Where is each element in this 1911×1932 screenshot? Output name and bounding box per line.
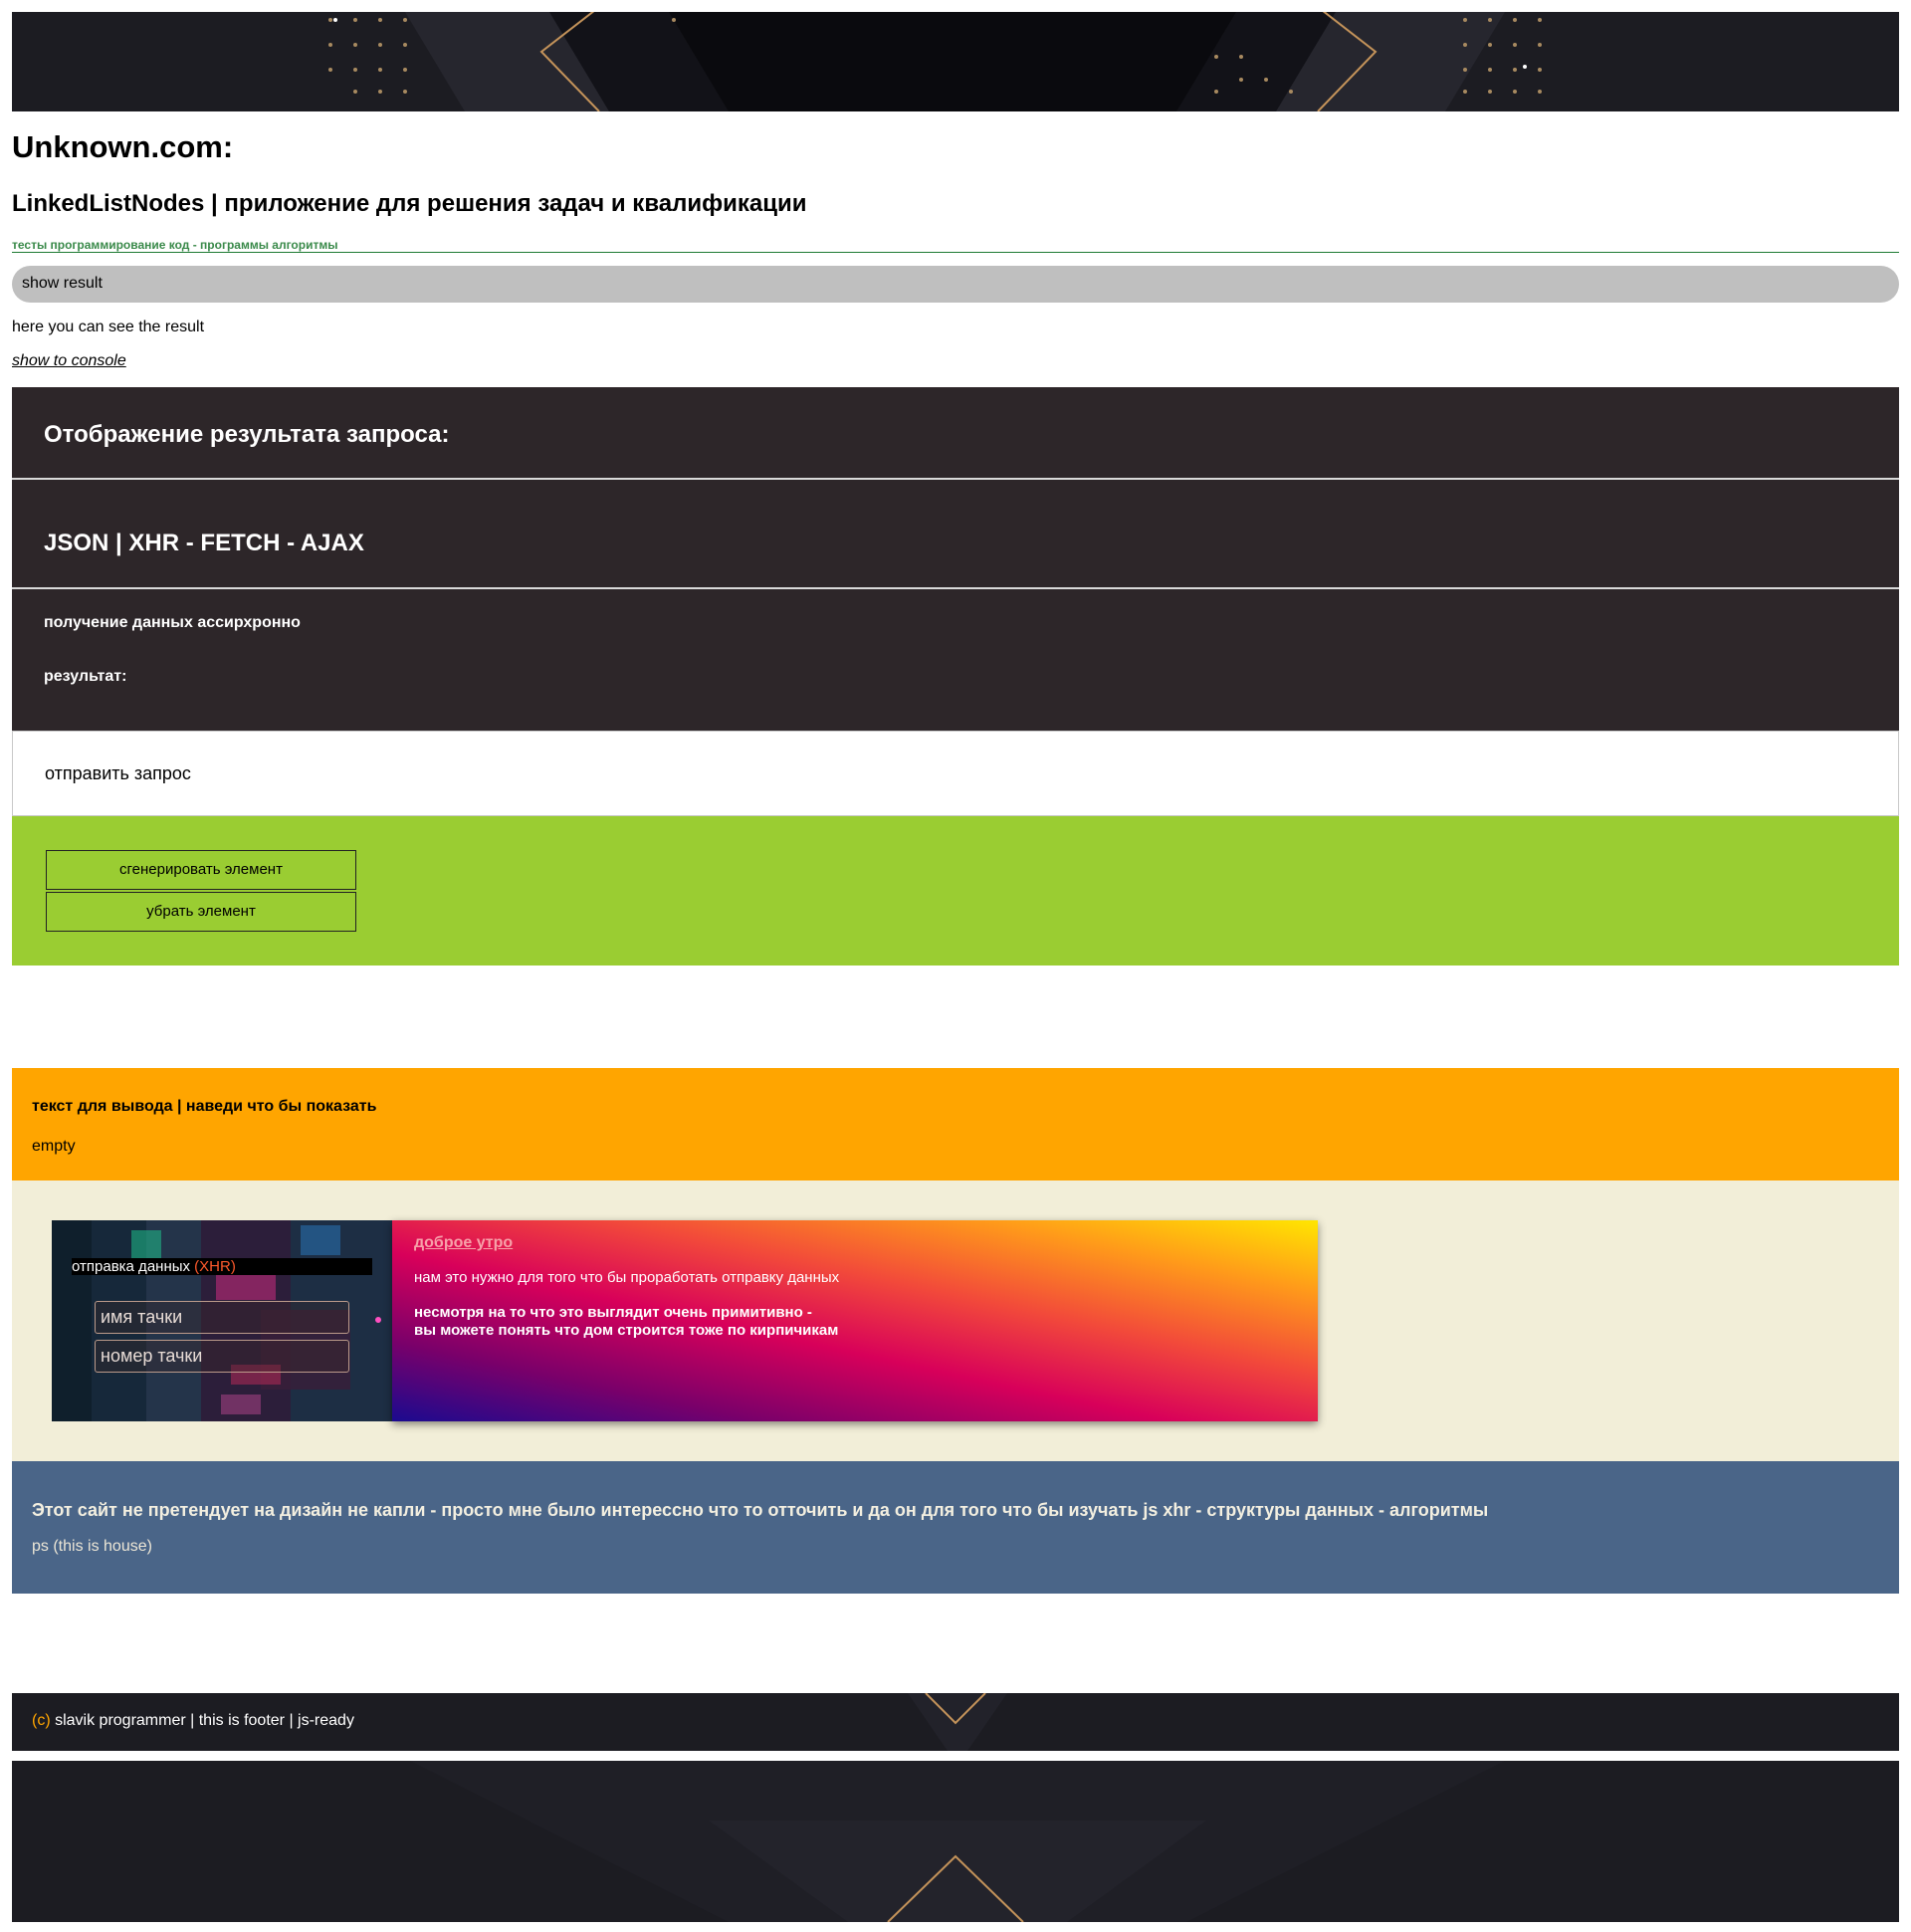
info-line: несмотря на то что это выглядит очень пр… [414, 1304, 812, 1321]
good-morning-link[interactable]: доброе утро [414, 1234, 513, 1252]
result-text: here you can see the result [12, 319, 205, 335]
generator-panel: сгенерировать элемент убрать элемент [12, 816, 1899, 966]
generate-element-button[interactable]: сгенерировать элемент [46, 850, 356, 890]
request-panel-subheader: JSON | XHR - FETCH - AJAX [12, 480, 1899, 587]
car-name-input[interactable]: имя тачки [95, 1301, 349, 1334]
send-data-label: отправка данных (XHR) [72, 1258, 372, 1275]
async-label: получение данных ассирхронно [44, 614, 301, 631]
footer: (c) slavik programmer | this is footer |… [12, 1693, 1899, 1751]
info-card: доброе утро нам это нужно для того что б… [392, 1220, 1318, 1421]
request-panel-header: Отображение результата запроса: [12, 387, 1899, 478]
hover-box-title: текст для вывода | наведи что бы показат… [32, 1098, 377, 1115]
hover-box[interactable]: текст для вывода | наведи что бы показат… [12, 1068, 1899, 1181]
send-data-form: отправка данных (XHR) имя тачки номер та… [52, 1220, 392, 1421]
info-paragraph-bold: несмотря на то что это выглядит очень пр… [414, 1304, 838, 1340]
request-panel-body: получение данных ассирхронно результат: [12, 589, 1899, 731]
about-title: Этот сайт не претендует на дизайн не кап… [32, 1500, 1489, 1520]
request-panel-title: Отображение результата запроса: [44, 421, 450, 448]
car-number-input[interactable]: номер тачки [95, 1340, 349, 1373]
show-result-button[interactable]: show result [12, 266, 1899, 303]
info-line: вы можете понять что дом строится тоже п… [414, 1322, 839, 1339]
bottom-banner [12, 1761, 1899, 1922]
result-label: результат: [44, 668, 127, 685]
info-paragraph: нам это нужно для того что бы проработат… [414, 1269, 840, 1286]
divider [12, 252, 1899, 253]
about-section: Этот сайт не претендует на дизайн не кап… [12, 1461, 1899, 1594]
cards-section: отправка данных (XHR) имя тачки номер та… [12, 1181, 1899, 1461]
remove-element-button[interactable]: убрать элемент [46, 892, 356, 932]
about-ps: ps (this is house) [32, 1538, 152, 1555]
site-title: Unknown.com: [12, 129, 234, 164]
header-banner [12, 12, 1899, 111]
app-title: LinkedListNodes | приложение для решения… [12, 190, 807, 217]
hover-box-value: empty [32, 1138, 76, 1155]
send-request-button[interactable]: отправить запрос [12, 731, 1899, 816]
show-to-console-link[interactable]: show to console [12, 352, 126, 370]
request-panel-subtitle: JSON | XHR - FETCH - AJAX [44, 530, 364, 556]
tags-line-text: тесты программирование код - программы а… [12, 238, 338, 252]
footer-text: (c) slavik programmer | this is footer |… [32, 1712, 354, 1729]
